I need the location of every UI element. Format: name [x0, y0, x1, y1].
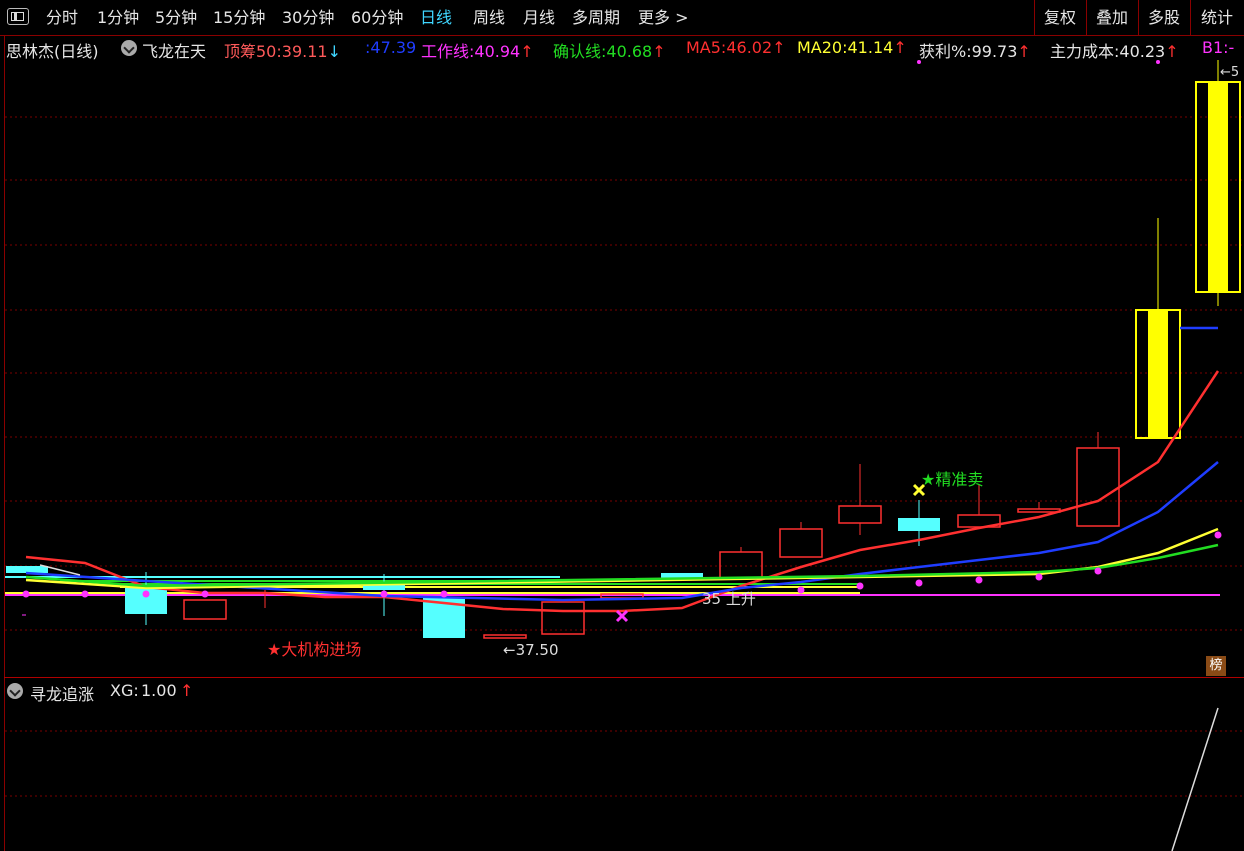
- period-tab-1min[interactable]: 1分钟: [97, 0, 139, 35]
- b1-dot: [142, 590, 150, 598]
- item-value: 40.68: [606, 42, 653, 61]
- b1-dot: [81, 590, 89, 598]
- candle-up: [1076, 447, 1120, 527]
- candle-up: [483, 634, 527, 639]
- item-value: 46.02: [726, 38, 773, 57]
- item-value: 40.23: [1119, 42, 1166, 61]
- kline-chart[interactable]: ★大机构进场 ★精准卖 ←37.50 35 上升 ←5: [0, 60, 1244, 677]
- b1-dot: [380, 590, 388, 598]
- up-arrow-icon: ↑: [180, 681, 194, 700]
- b1-dot: [915, 579, 923, 587]
- up-arrow-icon: ↑: [1165, 42, 1179, 61]
- period-tab-30min[interactable]: 30分钟: [282, 0, 334, 35]
- candle-limit-up-body: [1208, 82, 1228, 292]
- rank-badge[interactable]: 榜: [1206, 656, 1226, 676]
- xg-signal-line: [1171, 707, 1219, 851]
- period-tab-5min[interactable]: 5分钟: [155, 0, 197, 35]
- sub-indicator-name[interactable]: 寻龙追涨: [30, 681, 94, 705]
- b1-dot: [797, 586, 805, 594]
- ma-curves: [25, 326, 1220, 613]
- indicator-header: 思林杰(日线) 飞龙在天 顶筹50:39.11↓ :47.39 工作线:40.9…: [0, 36, 1244, 62]
- up-arrow-icon: ↑: [652, 42, 666, 61]
- candle-up: [1017, 508, 1061, 513]
- xg-label: XG:: [110, 681, 139, 700]
- period-tab-daily[interactable]: 日线: [420, 0, 452, 35]
- item-label: MA20:: [797, 38, 848, 57]
- item-value: 99.73: [971, 42, 1018, 61]
- grid-lines: [5, 116, 1244, 631]
- indicator-menu-chevron-icon[interactable]: [121, 40, 137, 56]
- b1-dot: [1156, 60, 1160, 64]
- sub-indicator-chevron-icon[interactable]: [7, 683, 23, 699]
- candle-up: [719, 551, 763, 579]
- adjust-rights-button[interactable]: 复权: [1035, 0, 1085, 35]
- item-value: 41.14: [847, 38, 894, 57]
- kline-svg: ★大机构进场 ★精准卖 ←37.50 35 上升 ←5: [5, 60, 1244, 659]
- stock-name: 思林杰(日线): [6, 42, 99, 61]
- b1-dot: [1094, 567, 1102, 575]
- b1-dots: [22, 60, 1222, 616]
- item-label: 确认线:: [553, 42, 607, 61]
- sub-indicator-chart[interactable]: [0, 678, 1244, 851]
- b1-dot: [975, 576, 983, 584]
- multi-stock-button[interactable]: 多股: [1139, 0, 1189, 35]
- xg-value: 1.00: [141, 681, 177, 700]
- b1-dot: [22, 590, 30, 598]
- period-tab-15min[interactable]: 15分钟: [213, 0, 265, 35]
- indicator-top-chip50: 顶筹50:39.11↓: [224, 38, 341, 62]
- period-tab-more[interactable]: 更多 >: [638, 0, 689, 35]
- big-institution-label: ★大机构进场: [267, 640, 361, 659]
- period-tab-monthly[interactable]: 月线: [523, 0, 555, 35]
- indicator-ma20: MA20:41.14↑: [797, 38, 907, 57]
- precise-sell-label: ★精准卖: [921, 470, 983, 489]
- high-price-label: ←5: [1220, 65, 1239, 80]
- b1-dot: [856, 582, 864, 590]
- b1-dot: [201, 590, 209, 598]
- indicator-profit-pct: 获利%:99.73↑: [919, 38, 1031, 62]
- sub-indicator-svg: [5, 707, 1244, 851]
- low-price-label: ←37.50: [503, 641, 559, 659]
- item-label: 工作线:: [421, 42, 475, 61]
- period-tab-timeshare[interactable]: 分时: [46, 0, 78, 35]
- indicator-name[interactable]: 飞龙在天: [142, 38, 206, 62]
- item-value: 47.39: [370, 38, 417, 57]
- overlay-button[interactable]: 叠加: [1087, 0, 1137, 35]
- period-tab-60min[interactable]: 60分钟: [351, 0, 403, 35]
- period-toolbar: 分时 1分钟 5分钟 15分钟 30分钟 60分钟 日线 周线 月线 多周期 更…: [0, 0, 1244, 36]
- indicator-b1: B1:-: [1202, 38, 1234, 57]
- down-arrow-icon: ↓: [327, 42, 341, 61]
- period-tab-weekly[interactable]: 周线: [473, 0, 505, 35]
- period-tab-multi[interactable]: 多周期: [572, 0, 620, 35]
- item-label: 主力成本:: [1050, 42, 1120, 61]
- item-label: 获利%:: [919, 42, 972, 61]
- item-label: MA5:: [686, 38, 727, 57]
- up-arrow-icon: ↑: [893, 38, 907, 57]
- rise-label: 35 上升: [702, 590, 756, 608]
- sub-grid-lines: [5, 730, 1244, 797]
- b1-dot: [1035, 573, 1043, 581]
- indicator-ma5: MA5:46.02↑: [686, 38, 786, 57]
- candle-up: [183, 599, 227, 620]
- b1-dot: [440, 590, 448, 598]
- b1-dot: [917, 60, 921, 64]
- indicator-blue-line: :47.39: [365, 38, 416, 57]
- up-arrow-icon: ↑: [520, 42, 534, 61]
- candle-limit-up-body: [1148, 310, 1168, 438]
- up-arrow-icon: ↑: [772, 38, 786, 57]
- candle-up: [779, 528, 823, 558]
- indicator-confirm-line: 确认线:40.68↑: [553, 38, 666, 62]
- indicator-work-line: 工作线:40.94↑: [421, 38, 534, 62]
- item-value: -: [1228, 38, 1235, 57]
- candle-up: [838, 505, 882, 524]
- up-arrow-icon: ↑: [1017, 42, 1031, 61]
- candle-up: [541, 601, 585, 635]
- item-value: 40.94: [474, 42, 521, 61]
- item-label: 顶筹50:: [224, 42, 282, 61]
- item-value: 39.11: [281, 42, 328, 61]
- statistics-button[interactable]: 统计: [1191, 0, 1243, 35]
- panel-toggle-icon[interactable]: [7, 8, 29, 25]
- indicator-main-cost: 主力成本:40.23↑: [1050, 38, 1179, 62]
- b1-dot: [1214, 531, 1222, 539]
- item-label: B1:: [1202, 38, 1229, 57]
